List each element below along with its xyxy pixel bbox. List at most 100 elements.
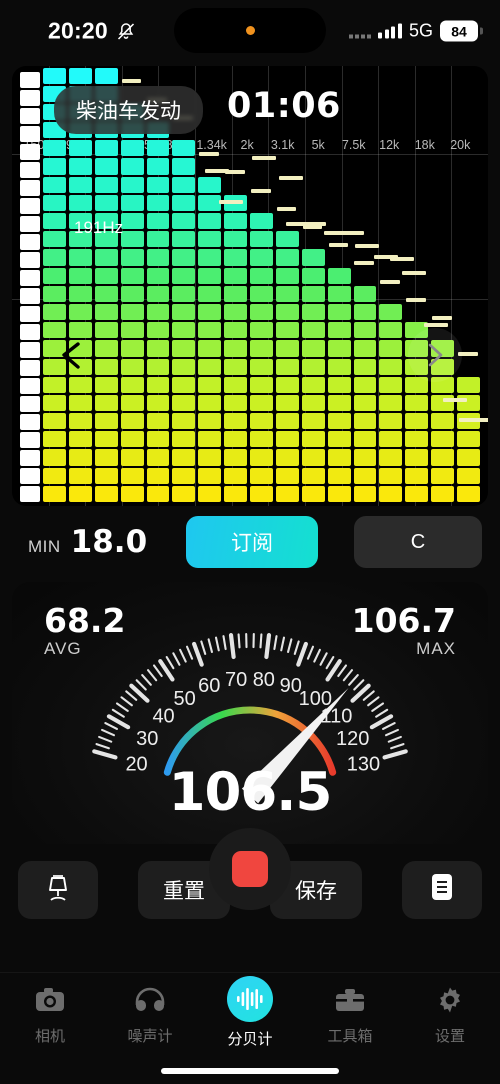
gauge-minor-tick	[353, 679, 365, 691]
spectrum-cell	[379, 449, 403, 466]
spectrum-bar	[146, 72, 170, 502]
spectrum-cell	[68, 467, 92, 484]
spectrum-bar	[68, 67, 92, 502]
chevron-right-icon[interactable]	[408, 328, 462, 382]
gauge-tick-label: 80	[253, 669, 275, 691]
peak-hold-marker	[204, 169, 229, 174]
peak-frequency-label: 191Hz	[74, 218, 124, 237]
records-list-button[interactable]	[402, 861, 482, 919]
spectrum-cell	[224, 303, 247, 321]
spectrum-cell	[120, 376, 144, 393]
gauge-minor-tick	[165, 656, 175, 670]
spectrum-cell	[94, 176, 118, 193]
gauge-minor-tick	[384, 728, 399, 737]
spectrum-cell	[353, 394, 377, 412]
calibrate-button[interactable]	[18, 861, 98, 919]
level-scale-tick	[20, 162, 40, 178]
spectrum-cell	[224, 267, 247, 284]
level-scale-tick	[20, 342, 40, 358]
tab-2[interactable]: 噪声计	[100, 981, 200, 1046]
spectrum-cell	[146, 413, 170, 430]
spectrum-cell	[250, 485, 273, 502]
spectrum-cell	[94, 358, 118, 375]
spectrum-cell	[379, 358, 403, 375]
status-bar: 20:20 5G 84	[0, 0, 500, 62]
spectrum-cell	[224, 394, 247, 412]
spectrum-cell	[43, 449, 66, 466]
chevron-left-icon[interactable]	[56, 338, 86, 372]
level-scale-tick	[20, 486, 40, 502]
tab-4[interactable]: 工具箱	[300, 981, 400, 1046]
spectrum-cell	[172, 176, 196, 193]
spectrum-cell	[68, 322, 92, 339]
tab-3[interactable]: 分贝计	[200, 976, 300, 1049]
tab-1[interactable]: 相机	[0, 981, 100, 1046]
spectrum-cell	[43, 176, 66, 193]
spectrum-cell	[405, 485, 429, 502]
record-button[interactable]	[209, 828, 291, 910]
peak-hold-marker	[390, 257, 415, 262]
gauge-minor-tick	[280, 636, 286, 652]
spectrum-cell	[120, 449, 144, 466]
spectrum-bar	[327, 72, 351, 502]
spectrum-cell	[301, 394, 325, 412]
spectrum-cell	[146, 340, 170, 357]
cellular-bars-icon	[378, 23, 402, 39]
spectrum-cell	[379, 431, 403, 448]
spectrum-analyzer[interactable]: 1502953655658701.34k2k3.1k5k7.5k12k18k20…	[12, 66, 488, 506]
gauge-major-tick	[382, 749, 408, 760]
spectrum-cell	[275, 449, 299, 466]
spectrum-cell	[120, 140, 144, 157]
session-label[interactable]: 柴油车发动	[54, 86, 203, 134]
spectrum-cell	[327, 449, 351, 466]
spectrum-cell	[94, 485, 118, 502]
spectrum-cell	[68, 431, 92, 448]
spectrum-cell	[68, 67, 92, 84]
spectrum-cell	[379, 322, 403, 339]
spectrum-cell	[68, 249, 92, 266]
gauge-minor-tick	[342, 669, 354, 682]
spectrum-cell	[431, 413, 454, 430]
dynamic-island	[174, 8, 326, 53]
gear-icon	[431, 981, 469, 1019]
spectrum-cell	[43, 140, 66, 157]
spectrum-cell	[68, 485, 92, 502]
spectrum-cell	[457, 485, 480, 502]
spectrum-cell	[120, 249, 144, 266]
spectrum-cell	[198, 467, 222, 484]
spectrum-cell	[198, 358, 222, 375]
spectrum-cell	[198, 340, 222, 357]
spectrum-cell	[301, 449, 325, 466]
spectrum-cell	[250, 394, 273, 412]
spectrum-bar	[120, 72, 144, 502]
spectrum-cell	[94, 431, 118, 448]
spectrum-cell	[198, 485, 222, 502]
spectrum-cell	[327, 485, 351, 502]
spectrum-cell	[146, 467, 170, 484]
peak-hold-marker	[219, 200, 244, 205]
level-scale-tick	[20, 414, 40, 430]
control-row: 重置 保存	[0, 828, 500, 926]
spectrum-bar	[94, 67, 118, 502]
tab-5[interactable]: 设置	[400, 981, 500, 1046]
spectrum-cell	[94, 285, 118, 302]
spectrum-cell	[327, 285, 351, 302]
weighting-button[interactable]: C	[354, 516, 482, 568]
spectrum-cell	[353, 449, 377, 466]
spectrum-cell	[224, 358, 247, 375]
spectrum-bar	[431, 72, 454, 502]
spectrum-cell	[327, 394, 351, 412]
peak-hold-marker	[406, 297, 426, 302]
subscribe-button[interactable]: 订阅	[186, 516, 318, 568]
spectrum-bars	[43, 67, 480, 502]
gauge-minor-tick	[172, 652, 181, 666]
spectrum-cell	[94, 376, 118, 393]
spectrum-cell	[275, 267, 299, 284]
spectrum-cell	[94, 67, 118, 84]
gauge-tick-label: 30	[136, 728, 158, 750]
spectrum-cell	[172, 158, 196, 175]
spectrum-cell	[120, 358, 144, 375]
spectrum-cell	[172, 376, 196, 393]
spectrum-cell	[327, 267, 351, 284]
spectrum-cell	[327, 431, 351, 448]
